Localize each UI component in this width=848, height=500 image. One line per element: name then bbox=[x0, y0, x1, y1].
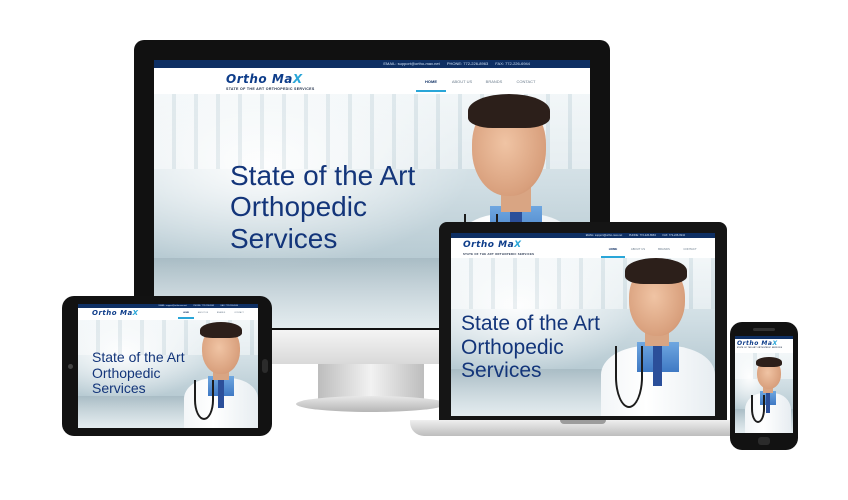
doctor-photo bbox=[601, 258, 715, 416]
phone-speaker bbox=[753, 328, 775, 331]
nav-brands[interactable]: BRANDS bbox=[478, 79, 510, 92]
site-logo[interactable]: Ortho MaX bbox=[226, 72, 303, 86]
hero-headline: State of the Art Orthopedic Services bbox=[461, 312, 600, 383]
laptop-hinge bbox=[560, 420, 606, 424]
site-header: Ortho MaX STATE OF THE ART ORTHOPEDIC SE… bbox=[154, 68, 590, 95]
contact-bar: EMAIL: support@ortho-max.net PHONE: 772-… bbox=[154, 60, 590, 68]
hero-banner: State of the Art Orthopedic Services bbox=[78, 320, 258, 428]
main-nav: HOME ABOUT US BRANDS CONTACT bbox=[601, 247, 703, 258]
contact-phone: PHONE: 772-226-8963 bbox=[446, 61, 489, 66]
contact-fax: FAX: 772-226-6944 bbox=[495, 61, 530, 66]
hero-headline: State of the Art Orthopedic Services bbox=[92, 349, 185, 397]
site-header: Ortho MaX STATE OF THE ART ORTHOPEDIC SE… bbox=[735, 339, 793, 354]
main-nav: HOME ABOUT US BRANDS CONTACT bbox=[416, 79, 542, 92]
site-logo[interactable]: Ortho MaX bbox=[737, 340, 778, 347]
phone-website-screen: Ortho MaX STATE OF THE ART ORTHOPEDIC SE… bbox=[735, 336, 793, 433]
site-tagline: STATE OF THE ART ORTHOPEDIC SERVICES bbox=[226, 87, 315, 91]
tablet-website-screen: EMAIL: support@ortho-max.net PHONE: 772-… bbox=[78, 304, 258, 428]
tablet-home-button[interactable] bbox=[262, 359, 268, 373]
tablet-camera-icon bbox=[68, 364, 73, 369]
nav-about-us[interactable]: ABOUT US bbox=[446, 79, 478, 92]
nav-home[interactable]: HOME bbox=[416, 79, 446, 92]
site-header: Ortho MaX STATE OF THE ART ORTHOPEDIC SE… bbox=[451, 238, 715, 259]
main-nav: HOME ABOUT US BRANDS CONTACT bbox=[178, 312, 248, 319]
contact-email: EMAIL: support@ortho-max.net bbox=[383, 61, 440, 66]
hero-banner bbox=[735, 353, 793, 433]
hero-banner: State of the Art Orthopedic Services bbox=[451, 258, 715, 416]
hero-headline: State of the Art Orthopedic Services bbox=[230, 160, 416, 254]
laptop-website-screen: EMAIL: support@ortho-max.net PHONE: 772-… bbox=[451, 233, 715, 416]
doctor-photo bbox=[184, 320, 258, 428]
phone-home-button[interactable] bbox=[758, 437, 770, 445]
desktop-monitor-base bbox=[296, 396, 446, 412]
site-logo[interactable]: Ortho MaX bbox=[463, 240, 522, 250]
nav-contact[interactable]: CONTACT bbox=[510, 79, 542, 92]
site-logo[interactable]: Ortho MaX bbox=[92, 309, 139, 317]
doctor-photo bbox=[745, 355, 791, 433]
